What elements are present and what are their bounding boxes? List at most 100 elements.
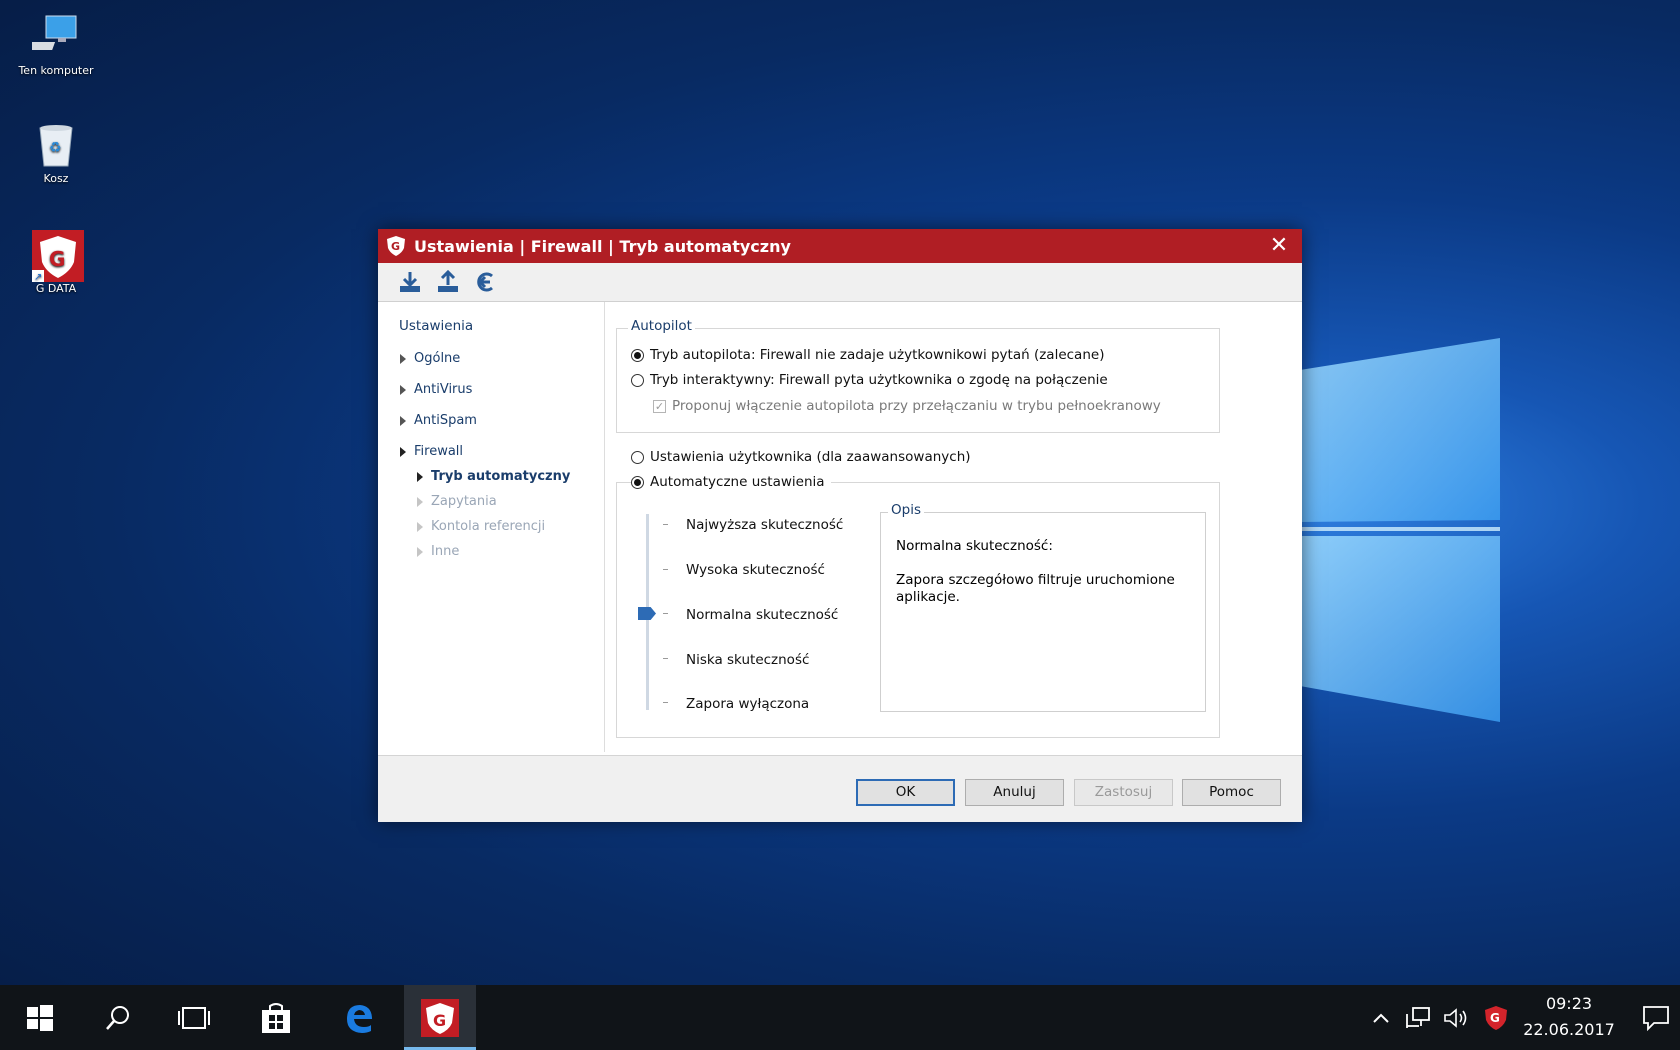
svg-text:G: G	[49, 247, 65, 271]
restore-button[interactable]	[474, 270, 498, 294]
apply-button[interactable]: Zastosuj	[1074, 779, 1173, 806]
slider-tick	[663, 702, 668, 703]
help-button[interactable]: Pomoc	[1182, 779, 1281, 806]
dialog-title: Ustawienia | Firewall | Tryb automatyczn…	[414, 236, 791, 256]
dialog-toolbar	[378, 263, 1302, 302]
settings-content: Autopilot Tryb autopilota: Firewall nie …	[616, 302, 1276, 752]
start-button[interactable]	[4, 985, 76, 1050]
svg-text:G: G	[391, 240, 400, 253]
svg-text:G: G	[433, 1011, 446, 1030]
close-button[interactable]: ✕	[1266, 233, 1292, 259]
settings-nav: Ustawienia Ogólne AntiVirus AntiSpam Fir…	[378, 302, 605, 752]
description-title: Normalna skuteczność:	[896, 538, 1053, 554]
clock-time: 09:23	[1545, 994, 1593, 1013]
svg-text:G: G	[1490, 1011, 1500, 1025]
radio-dot	[631, 450, 644, 464]
task-view-icon	[178, 1006, 210, 1029]
svg-text:♻: ♻	[49, 140, 62, 156]
ok-button[interactable]: OK	[856, 779, 955, 806]
computer-icon	[22, 12, 80, 60]
desktop-icon-recycle-bin[interactable]: ♻ Kosz	[6, 120, 106, 185]
expand-arrow-icon	[417, 546, 423, 557]
store-icon	[262, 1002, 290, 1033]
gdata-logo-icon: G	[386, 235, 406, 257]
restore-icon	[477, 272, 493, 292]
level-off[interactable]: Zapora wyłączona	[686, 696, 809, 712]
nav-subitem-queries[interactable]: Zapytania	[417, 494, 497, 509]
task-view-button[interactable]	[158, 985, 230, 1050]
auto-settings-radio[interactable]: Automatyczne ustawienia	[631, 474, 831, 490]
description-body: Zapora szczegółowo filtruje uruchomione …	[896, 572, 1175, 605]
level-high[interactable]: Wysoka skuteczność	[686, 562, 825, 578]
taskbar-clock[interactable]: 09:23 22.06.2017	[1514, 991, 1624, 1043]
description-legend: Opis	[888, 502, 924, 518]
clock-date: 22.06.2017	[1523, 1020, 1615, 1039]
gdata-tray-button[interactable]: G	[1480, 985, 1512, 1050]
level-highest[interactable]: Najwyższa skuteczność	[686, 517, 843, 533]
desktop-icon-label: G DATA	[35, 282, 77, 295]
expand-arrow-icon	[400, 415, 406, 426]
windows-light-logo	[1300, 338, 1500, 722]
expand-arrow-icon	[417, 471, 423, 482]
dialog-titlebar[interactable]: G Ustawienia | Firewall | Tryb automatyc…	[378, 229, 1302, 263]
store-button[interactable]	[240, 985, 312, 1050]
desktop-icon-this-pc[interactable]: Ten komputer	[6, 12, 106, 77]
slider-tick	[663, 613, 668, 614]
level-normal[interactable]: Normalna skuteczność	[686, 607, 838, 623]
cancel-button[interactable]: Anuluj	[965, 779, 1064, 806]
nav-heading: Ustawienia	[399, 318, 474, 334]
recycle-bin-icon: ♻	[32, 120, 80, 168]
nav-item-firewall[interactable]: Firewall	[400, 444, 463, 459]
volume-tray-button[interactable]	[1440, 985, 1472, 1050]
import-button[interactable]	[398, 270, 422, 294]
radio-dot	[631, 373, 644, 387]
slider-tick	[663, 524, 668, 525]
edge-icon	[347, 1004, 372, 1033]
search-icon	[106, 1005, 129, 1030]
settings-dialog: G Ustawienia | Firewall | Tryb automatyc…	[378, 229, 1302, 822]
radio-dot	[631, 475, 644, 489]
nav-item-general[interactable]: Ogólne	[400, 351, 460, 366]
interactive-mode-radio[interactable]: Tryb interaktywny: Firewall pyta użytkow…	[631, 372, 1108, 388]
desktop-icon-label: Ten komputer	[18, 64, 94, 77]
desktop-icon-label: Kosz	[43, 172, 69, 185]
nav-subitem-other[interactable]: Inne	[417, 544, 459, 559]
windows-start-icon	[27, 1004, 53, 1031]
nav-subitem-reference-control[interactable]: Kontola referencji	[417, 519, 545, 534]
close-icon: ✕	[1269, 233, 1289, 258]
volume-icon	[1444, 1007, 1467, 1028]
fullscreen-autopilot-checkbox[interactable]: ✓ Proponuj włączenie autopilota przy prze…	[653, 398, 1161, 414]
show-hidden-icons-button[interactable]	[1368, 985, 1394, 1050]
notification-icon	[1643, 1005, 1669, 1031]
dialog-footer: OK Anuluj Zastosuj Pomoc	[378, 755, 1302, 822]
search-button[interactable]	[82, 985, 154, 1050]
slider-tick	[663, 569, 668, 570]
expand-arrow-icon	[417, 521, 423, 532]
nav-subitem-auto-mode[interactable]: Tryb automatyczny	[417, 469, 570, 484]
user-settings-radio[interactable]: Ustawienia użytkownika (dla zaawansowany…	[631, 449, 971, 465]
expand-arrow-icon	[400, 384, 406, 395]
gdata-taskbar-button[interactable]: G	[404, 985, 476, 1050]
network-icon	[1406, 1006, 1430, 1028]
action-center-button[interactable]	[1636, 985, 1676, 1050]
nav-item-antivirus[interactable]: AntiVirus	[400, 382, 472, 397]
autopilot-legend: Autopilot	[628, 318, 695, 334]
import-icon	[400, 272, 420, 292]
nav-item-antispam[interactable]: AntiSpam	[400, 413, 477, 428]
autopilot-mode-radio[interactable]: Tryb autopilota: Firewall nie zadaje uży…	[631, 347, 1104, 363]
network-tray-button[interactable]	[1402, 985, 1434, 1050]
chevron-up-icon	[1373, 1013, 1389, 1023]
gdata-shortcut-icon: G ↗	[32, 230, 84, 283]
edge-button[interactable]	[322, 985, 394, 1050]
expand-arrow-icon	[400, 446, 406, 457]
checkmark-icon: ✓	[653, 399, 666, 413]
expand-arrow-icon	[417, 496, 423, 507]
radio-dot	[631, 348, 644, 362]
export-button[interactable]	[436, 269, 460, 294]
export-icon	[438, 269, 458, 292]
slider-tick	[663, 658, 668, 659]
gdata-shield-icon: G	[1485, 1005, 1507, 1030]
desktop-icon-gdata[interactable]: G ↗ G DATA	[6, 230, 106, 295]
expand-arrow-icon	[400, 353, 406, 364]
level-low[interactable]: Niska skuteczność	[686, 652, 809, 668]
